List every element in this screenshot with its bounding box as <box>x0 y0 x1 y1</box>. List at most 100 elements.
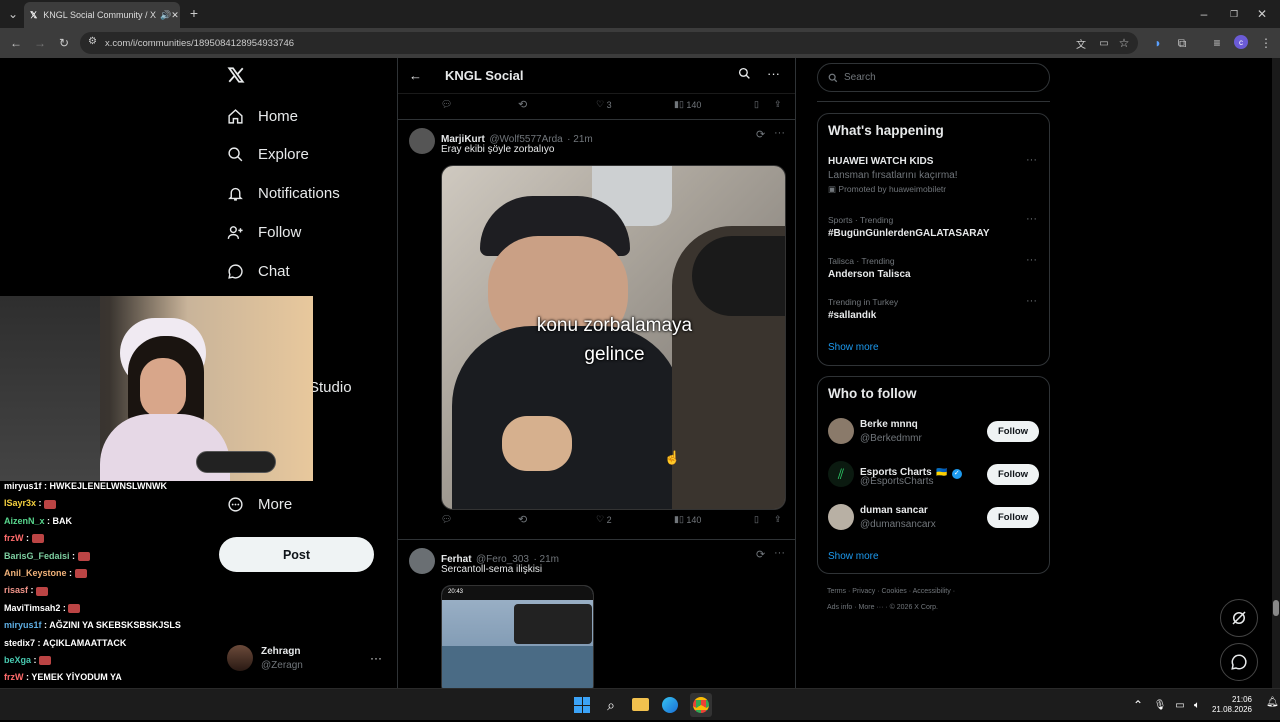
maximize-button[interactable]: ❐ <box>1226 6 1242 22</box>
tray-network-icon[interactable]: ▭ <box>1172 697 1188 713</box>
share-icon[interactable]: ⇪ <box>774 514 782 525</box>
trend-more-icon[interactable]: ··· <box>1026 213 1037 225</box>
footer-more[interactable]: More ··· <box>859 604 884 611</box>
suggestion-avatar[interactable] <box>828 504 854 530</box>
trend-item[interactable]: Trending in Turkey #sallandık ··· <box>828 295 1040 321</box>
footer-accessibility[interactable]: Accessibility <box>913 588 951 595</box>
address-bar[interactable]: ⚙ x.com/i/communities/189508412895493374… <box>80 32 1138 54</box>
window-close-button[interactable]: ✕ <box>1254 6 1270 22</box>
profile-menu-icon[interactable]: ··· <box>370 651 382 665</box>
notification-bell-icon[interactable]: 🔔︎ <box>1266 697 1279 708</box>
trend-more-icon[interactable]: ··· <box>1026 254 1037 266</box>
share-icon[interactable]: ⇪ <box>774 99 782 110</box>
reading-list-icon[interactable]: ≡ <box>1209 35 1225 51</box>
nav-explore[interactable]: Explore <box>227 141 309 167</box>
header-more-icon[interactable]: ··· <box>767 66 780 81</box>
views-button[interactable]: ▮▯ 140 <box>674 99 701 110</box>
taskbar-clock[interactable]: 21:06 21.08.2026 <box>1210 695 1252 715</box>
suggestion-avatar[interactable] <box>828 418 854 444</box>
taskbar-search-icon[interactable]: ⌕ <box>603 697 619 713</box>
header-search-icon[interactable] <box>738 67 751 85</box>
follow-suggestion[interactable]: Berke mnnq @Berkedmmr Follow <box>828 417 1040 447</box>
back-button[interactable]: ← <box>8 35 24 51</box>
views-button[interactable]: ▮▯ 140 <box>674 514 701 525</box>
follow-button[interactable]: Follow <box>987 507 1039 528</box>
trend-item[interactable]: Talisca · Trending Anderson Talisca ··· <box>828 254 1040 280</box>
trend-item[interactable]: Sports · Trending #BugünGünlerdenGALATAS… <box>828 213 1040 239</box>
profile-avatar-icon[interactable]: c <box>1234 35 1248 49</box>
translate-icon[interactable]: 文 <box>1073 35 1089 51</box>
windows-start-icon[interactable] <box>574 697 590 713</box>
follow-button[interactable]: Follow <box>987 421 1039 442</box>
x-logo-icon[interactable] <box>227 66 245 89</box>
tweet-image[interactable]: 20:43 <box>441 585 594 688</box>
file-explorer-icon[interactable] <box>632 698 649 711</box>
tray-mic-icon[interactable]: 🎙︎ <box>1152 697 1168 713</box>
grok-button[interactable] <box>1220 599 1258 637</box>
footer-cookies[interactable]: Cookies <box>881 588 906 595</box>
search-box[interactable]: Search <box>817 63 1050 92</box>
trend-more-icon[interactable]: ··· <box>1026 154 1037 166</box>
tweet[interactable]: MarjiKurt @Wolf5577Arda · 21m ⟳ ··· Eray… <box>398 121 795 540</box>
tray-volume-icon[interactable]: 🔈︎ <box>1189 697 1205 713</box>
verified-badge-icon: ✓ <box>951 469 962 479</box>
cast-icon[interactable]: ▭ <box>1096 35 1112 51</box>
tweet-avatar[interactable] <box>409 548 435 574</box>
show-more-follows-link[interactable]: Show more <box>828 551 879 562</box>
nav-chat[interactable]: Chat <box>227 258 290 284</box>
tab-search-chevron-icon[interactable]: ⌄ <box>5 6 21 22</box>
tweet-more-icon[interactable]: ··· <box>774 547 785 559</box>
tweet[interactable]: Ferhat @Fero_303 · 21m ⟳ ··· Sercantoll-… <box>398 541 795 688</box>
forward-button[interactable]: → <box>32 35 48 51</box>
follow-suggestion[interactable]: ⫽ Esports Charts 🇺🇦 ✓ @EsportsCharts Fol… <box>828 460 1040 490</box>
grok-icon[interactable]: ⟳ <box>756 548 765 561</box>
nav-home[interactable]: Home <box>227 103 298 129</box>
browser-tab[interactable]: 𝕏 KNGL Social Community / X 🔊 ✕ <box>24 2 180 28</box>
site-info-icon[interactable]: ⚙ <box>88 36 97 47</box>
tweet-more-icon[interactable]: ··· <box>774 127 785 139</box>
back-arrow-icon[interactable]: ← <box>409 68 422 83</box>
bookmark-icon[interactable]: ▯ <box>754 514 759 525</box>
suggestion-name[interactable]: Berke mnnq <box>860 419 918 430</box>
reload-button[interactable]: ↻ <box>56 35 72 51</box>
repost-icon[interactable]: ⟲ <box>518 98 527 111</box>
show-more-trends-link[interactable]: Show more <box>828 342 879 353</box>
tweet-video[interactable]: konu zorbalamaya gelince ☝ <box>441 165 786 510</box>
extension-icon[interactable]: ◗ <box>1150 35 1166 51</box>
nav-studio-label[interactable]: Studio <box>309 379 352 396</box>
follow-button[interactable]: Follow <box>987 464 1039 485</box>
messages-button[interactable] <box>1220 643 1258 681</box>
minimize-button[interactable]: – <box>1196 6 1212 22</box>
footer-terms[interactable]: Terms <box>827 588 846 595</box>
grok-icon[interactable]: ⟳ <box>756 128 765 141</box>
like-button[interactable]: ♡ 3 <box>596 99 612 110</box>
trend-item-promo[interactable]: HUAWEI WATCH KIDS Lansman fırsatlarını k… <box>828 154 1040 195</box>
tweet-time[interactable]: · 21m <box>567 134 593 145</box>
edge-browser-icon[interactable] <box>662 697 678 713</box>
bookmark-icon[interactable]: ▯ <box>754 99 759 110</box>
chrome-taskbar-item[interactable] <box>690 693 712 717</box>
extensions-puzzle-icon[interactable]: ⧉ <box>1174 35 1190 51</box>
bookmark-star-icon[interactable]: ☆ <box>1116 35 1132 51</box>
new-tab-button[interactable]: + <box>186 5 202 21</box>
page-scrollbar[interactable] <box>1272 58 1280 688</box>
home-icon <box>228 108 243 124</box>
follow-suggestion[interactable]: duman sancar @dumansancarx Follow <box>828 503 1040 533</box>
like-button[interactable]: ♡ 2 <box>596 514 612 525</box>
footer-privacy[interactable]: Privacy <box>852 588 875 595</box>
tweet-avatar[interactable] <box>409 128 435 154</box>
esports-charts-logo-icon[interactable]: ⫽ <box>828 461 854 487</box>
scrollbar-thumb[interactable] <box>1273 600 1279 616</box>
browser-menu-icon[interactable]: ⋮ <box>1258 35 1274 51</box>
reply-icon[interactable]: 💬︎ <box>441 99 452 110</box>
reply-icon[interactable]: 💬︎ <box>441 514 452 525</box>
footer-ads-info[interactable]: Ads info <box>827 604 852 611</box>
nav-follow[interactable]: Follow <box>227 219 301 245</box>
trend-more-icon[interactable]: ··· <box>1026 295 1037 307</box>
suggestion-name[interactable]: duman sancar <box>860 505 928 516</box>
nav-notifications[interactable]: Notifications <box>227 180 340 206</box>
tray-chevron-icon[interactable]: ⌃ <box>1130 697 1146 713</box>
search-input[interactable]: Search <box>844 72 876 83</box>
repost-icon[interactable]: ⟲ <box>518 513 527 526</box>
tab-close-icon[interactable]: ✕ <box>171 10 179 21</box>
